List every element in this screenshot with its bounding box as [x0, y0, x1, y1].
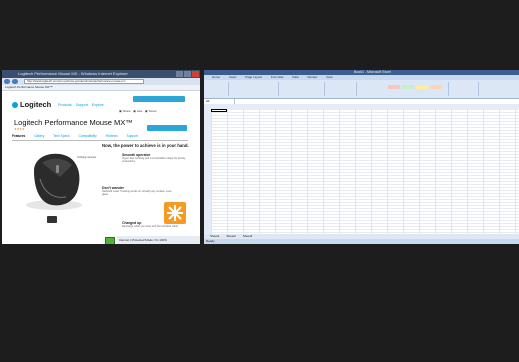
- browser-title: Logitech Performance Mouse MX - Windows …: [18, 71, 128, 76]
- clipboard-group[interactable]: [206, 82, 229, 96]
- excel-window: Book1 - Microsoft Excel Home Insert Page…: [204, 70, 519, 244]
- nav-products[interactable]: Products: [58, 103, 72, 107]
- number-group[interactable]: [326, 82, 357, 96]
- browser-statusbar: Internet | Protected Mode: On 100%: [117, 236, 200, 244]
- browser-titlebar: Logitech Performance Mouse MX - Windows …: [2, 70, 200, 78]
- tab-review[interactable]: Review: [307, 75, 317, 79]
- alignment-group[interactable]: [280, 82, 325, 96]
- tab-compatibility[interactable]: Compatibility: [79, 134, 97, 138]
- logo-text: Logitech: [20, 100, 52, 109]
- feature-body: Hyper-fast scrolling and a comfortable s…: [122, 157, 186, 164]
- receiver-image: [47, 216, 57, 223]
- feature-body: Darkfield Laser Tracking works on virtua…: [102, 190, 172, 197]
- style-neutral-swatch[interactable]: [416, 85, 428, 89]
- window-controls: [176, 71, 199, 77]
- excel-title: Book1 - Microsoft Excel: [354, 70, 391, 74]
- feature-body: Recharge while you work with the include…: [122, 225, 179, 228]
- feature-2: Don't wander Darkfield Laser Tracking wo…: [102, 186, 172, 196]
- share-links[interactable]: ▣ Share ▣ Like ▣ Tweet: [119, 109, 156, 113]
- nav-explore[interactable]: Explore: [92, 103, 104, 107]
- sheet-tab-2[interactable]: Sheet2: [226, 234, 236, 238]
- feature-1: Smooth operator Hyper-fast scrolling and…: [122, 153, 192, 163]
- cells-group[interactable]: [450, 82, 479, 96]
- minimize-button[interactable]: [176, 71, 183, 77]
- tab-gallery[interactable]: Gallery: [34, 134, 44, 138]
- nav-support[interactable]: Support: [76, 103, 88, 107]
- back-button[interactable]: [4, 79, 10, 84]
- site-nav: Products Support Explore: [58, 103, 104, 107]
- tab-features[interactable]: Features: [12, 134, 25, 138]
- tab-support[interactable]: Support: [127, 134, 138, 138]
- font-group[interactable]: [230, 82, 279, 96]
- style-bad-swatch[interactable]: [388, 85, 400, 89]
- sheet-tab-3[interactable]: Sheet3: [243, 234, 253, 238]
- editing-group[interactable]: [480, 82, 516, 96]
- active-cell[interactable]: [211, 109, 227, 112]
- tab-data[interactable]: Data: [292, 75, 298, 79]
- product-tabs: Features Gallery Tech Specs Compatibilit…: [12, 134, 188, 141]
- product-title: Logitech Performance Mouse MX™: [14, 118, 133, 127]
- tab-page-layout[interactable]: Page Layout: [245, 75, 262, 79]
- battery-icon: [105, 237, 115, 244]
- maximize-button[interactable]: [184, 71, 191, 77]
- ribbon: [204, 80, 519, 99]
- pointer-label: Unifying receiver: [77, 156, 97, 159]
- style-calc-swatch[interactable]: [430, 85, 442, 89]
- tab-reviews[interactable]: Reviews: [106, 134, 118, 138]
- sheet-tab-1[interactable]: Sheet1: [210, 234, 220, 238]
- styles-group[interactable]: [358, 82, 449, 96]
- rating-stars[interactable]: ★★★★: [14, 127, 25, 131]
- logo-mark-icon: [12, 102, 18, 109]
- browser-window: Logitech Performance Mouse MX - Windows …: [2, 70, 200, 244]
- headline: Now, the power to achieve is in your han…: [102, 143, 189, 148]
- url-field[interactable]: http://www.logitech.com/en-us/mice-point…: [24, 79, 144, 84]
- favorites-tab[interactable]: Logitech Performance Mouse MX™: [5, 85, 53, 89]
- tab-home[interactable]: Home: [212, 75, 220, 79]
- buy-button[interactable]: [147, 125, 187, 131]
- feature-3: Charged up Recharge while you work with …: [122, 221, 192, 228]
- excel-statusbar: Ready: [204, 239, 519, 244]
- address-bar: http://www.logitech.com/en-us/mice-point…: [2, 78, 200, 85]
- tab-formulas[interactable]: Formulas: [271, 75, 284, 79]
- web-page: Logitech Products Support Explore ▣ Shar…: [2, 91, 200, 244]
- tab-tech-specs[interactable]: Tech Specs: [53, 134, 69, 138]
- cell-grid[interactable]: [211, 109, 519, 234]
- tab-view[interactable]: View: [326, 75, 332, 79]
- forward-button[interactable]: [12, 79, 18, 84]
- close-button[interactable]: [192, 71, 199, 77]
- style-good-swatch[interactable]: [402, 85, 414, 89]
- site-search-input[interactable]: [133, 96, 185, 102]
- tab-insert[interactable]: Insert: [229, 75, 237, 79]
- logitech-logo[interactable]: Logitech: [12, 100, 51, 109]
